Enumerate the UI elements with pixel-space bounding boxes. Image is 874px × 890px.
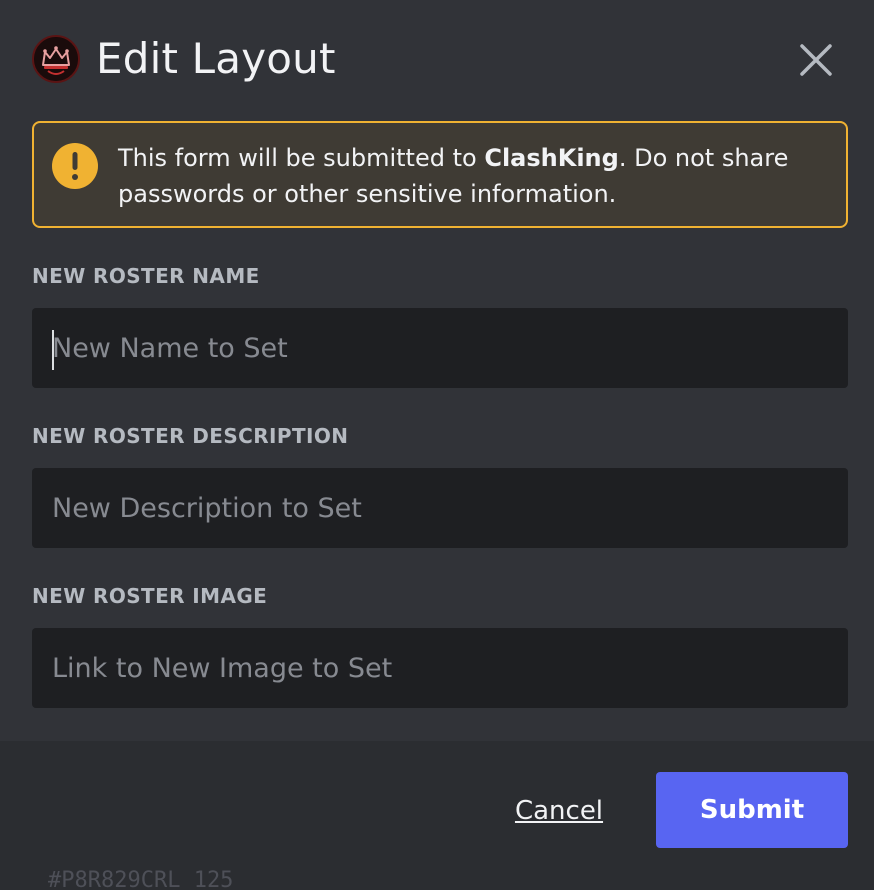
roster-name-input[interactable]: [32, 308, 848, 388]
close-icon: [800, 44, 832, 76]
warning-message: This form will be submitted to ClashKing…: [118, 140, 818, 212]
roster-description-label: NEW ROSTER DESCRIPTION: [32, 424, 349, 448]
submit-button[interactable]: Submit: [656, 772, 848, 848]
modal-header: Edit Layout: [0, 0, 874, 120]
cancel-button[interactable]: Cancel: [506, 781, 612, 841]
warning-banner: This form will be submitted to ClashKing…: [32, 121, 848, 228]
warning-app-name: ClashKing: [484, 144, 619, 172]
text-caret: [52, 330, 54, 370]
close-button[interactable]: [790, 34, 842, 86]
roster-image-label: NEW ROSTER IMAGE: [32, 584, 268, 608]
roster-description-input[interactable]: [32, 468, 848, 548]
roster-image-input[interactable]: [32, 628, 848, 708]
modal-title: Edit Layout: [96, 34, 336, 83]
crown-logo-icon: [32, 35, 80, 83]
roster-name-label: NEW ROSTER NAME: [32, 264, 260, 288]
warning-text-before: This form will be submitted to: [118, 144, 485, 172]
exclamation-icon: [50, 141, 100, 191]
edit-layout-modal: Edit Layout This form will be submitted …: [0, 0, 874, 890]
background-text-fragment: #P8R829CRL 125: [48, 868, 234, 890]
